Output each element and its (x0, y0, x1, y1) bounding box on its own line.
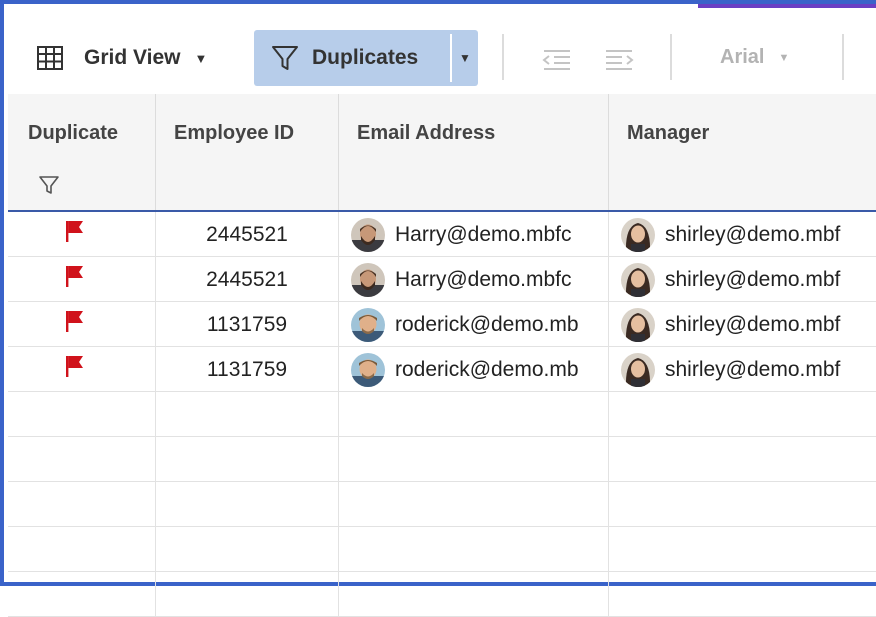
manager-cell[interactable]: shirley@demo.mbf (609, 257, 876, 302)
email-cell[interactable]: roderick@demo.mb (339, 302, 609, 347)
duplicate-cell[interactable] (8, 437, 156, 482)
table-row[interactable]: 1131759 roderick@demo.mb shirley@demo.mbf (8, 347, 876, 392)
manager-cell[interactable]: shirley@demo.mbf (609, 347, 876, 392)
column-header-email[interactable]: Email Address (339, 94, 609, 210)
email-cell[interactable]: roderick@demo.mb (339, 347, 609, 392)
duplicate-cell[interactable] (8, 257, 156, 302)
duplicates-filter-main[interactable]: Duplicates (254, 30, 450, 86)
font-family-label: Arial (720, 46, 765, 68)
email-cell[interactable] (339, 572, 609, 617)
employee-id-cell[interactable] (156, 572, 339, 617)
manager-cell[interactable] (609, 572, 876, 617)
employee-id-cell[interactable]: 1131759 (156, 347, 339, 392)
employee-id-cell[interactable]: 2445521 (156, 257, 339, 302)
flag-icon (62, 309, 86, 333)
column-header-label: Duplicate (28, 122, 119, 144)
toolbar-divider (842, 34, 844, 80)
avatar (621, 352, 655, 387)
chevron-down-icon: ▼ (459, 51, 471, 65)
app-frame: Grid View ▼ Duplicates ▼ Arial ▼ Duplica… (0, 0, 876, 617)
duplicates-filter-label: Duplicates (312, 46, 419, 69)
employee-id-value: 2445521 (206, 222, 288, 246)
toolbar: Grid View ▼ Duplicates ▼ Arial ▼ (8, 8, 876, 95)
grid-icon (36, 45, 64, 71)
manager-cell[interactable]: shirley@demo.mbf (609, 302, 876, 347)
email-cell[interactable] (339, 437, 609, 482)
table-row[interactable] (8, 527, 876, 572)
table-row[interactable]: 2445521 Harry@demo.mbfc shirley@demo.mbf (8, 212, 876, 257)
avatar (621, 262, 655, 297)
employee-id-cell[interactable]: 2445521 (156, 212, 339, 257)
table-row[interactable] (8, 572, 876, 617)
column-header-duplicate[interactable]: Duplicate (8, 94, 156, 210)
flag-icon (62, 354, 86, 378)
email-cell[interactable]: Harry@demo.mbfc (339, 257, 609, 302)
duplicate-cell[interactable] (8, 212, 156, 257)
font-family-select[interactable]: Arial ▼ (720, 46, 789, 69)
outdent-icon[interactable] (540, 48, 572, 77)
email-cell[interactable] (339, 482, 609, 527)
table-row[interactable]: 2445521 Harry@demo.mbfc shirley@demo.mbf (8, 257, 876, 302)
employee-id-cell[interactable] (156, 482, 339, 527)
employee-id-value: 1131759 (206, 357, 288, 381)
avatar (621, 307, 655, 342)
email-cell[interactable]: Harry@demo.mbfc (339, 212, 609, 257)
toolbar-divider (670, 34, 672, 80)
email-value: roderick@demo.mb (395, 312, 579, 336)
view-label: Grid View (84, 46, 181, 69)
indent-icon[interactable] (604, 48, 636, 77)
manager-value: shirley@demo.mbf (665, 312, 841, 336)
duplicate-cell[interactable] (8, 527, 156, 572)
grid-header: Duplicate Employee ID Email Address Mana… (8, 94, 876, 212)
filter-icon (270, 43, 300, 73)
manager-value: shirley@demo.mbf (665, 357, 841, 381)
duplicate-cell[interactable] (8, 347, 156, 392)
duplicate-cell[interactable] (8, 392, 156, 437)
column-header-label: Email Address (357, 122, 496, 144)
column-header-manager[interactable]: Manager (609, 94, 876, 210)
avatar (351, 352, 385, 387)
view-selector[interactable]: Grid View ▼ (36, 40, 207, 76)
manager-cell[interactable] (609, 482, 876, 527)
flag-icon (62, 264, 86, 288)
employee-id-cell[interactable] (156, 392, 339, 437)
duplicate-cell[interactable] (8, 572, 156, 617)
flag-icon (62, 219, 86, 243)
manager-cell[interactable]: shirley@demo.mbf (609, 212, 876, 257)
email-cell[interactable] (339, 527, 609, 572)
email-value: Harry@demo.mbfc (395, 267, 572, 291)
manager-cell[interactable] (609, 437, 876, 482)
column-header-label: Manager (627, 122, 710, 144)
email-value: Harry@demo.mbfc (395, 222, 572, 246)
table-row[interactable] (8, 437, 876, 482)
employee-id-cell[interactable] (156, 437, 339, 482)
avatar (351, 307, 385, 342)
toolbar-divider (502, 34, 504, 80)
column-header-employee-id[interactable]: Employee ID (156, 94, 339, 210)
table-row[interactable] (8, 392, 876, 437)
employee-id-value: 2445521 (206, 267, 288, 291)
duplicates-dropdown-toggle[interactable]: ▼ (452, 30, 478, 86)
manager-value: shirley@demo.mbf (665, 222, 841, 246)
duplicates-filter-button[interactable]: Duplicates ▼ (254, 30, 478, 86)
email-value: roderick@demo.mb (395, 357, 579, 381)
employee-id-cell[interactable]: 1131759 (156, 302, 339, 347)
table-row[interactable]: 1131759 roderick@demo.mb shirley@demo.mbf (8, 302, 876, 347)
avatar (351, 217, 385, 252)
manager-cell[interactable] (609, 392, 876, 437)
duplicate-cell[interactable] (8, 482, 156, 527)
chevron-down-icon: ▼ (194, 50, 208, 66)
employee-id-cell[interactable] (156, 527, 339, 572)
avatar (621, 217, 655, 252)
column-filter-icon[interactable] (38, 174, 60, 202)
email-cell[interactable] (339, 392, 609, 437)
employee-id-value: 1131759 (206, 312, 288, 336)
column-header-label: Employee ID (174, 122, 295, 144)
manager-cell[interactable] (609, 527, 876, 572)
manager-value: shirley@demo.mbf (665, 267, 841, 291)
chevron-down-icon: ▼ (778, 51, 790, 64)
table-row[interactable] (8, 482, 876, 527)
duplicate-cell[interactable] (8, 302, 156, 347)
avatar (351, 262, 385, 297)
